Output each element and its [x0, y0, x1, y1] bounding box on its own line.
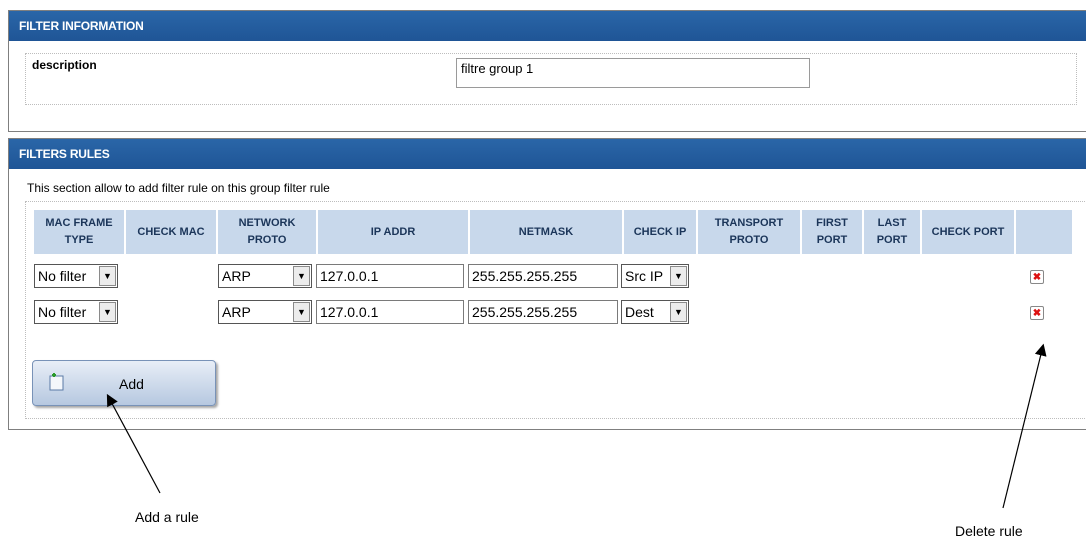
add-rule-arrow [106, 393, 161, 494]
callout-arrows [106, 343, 1047, 509]
delete-rule-arrow [1002, 343, 1047, 509]
add-rule-callout: Add a rule [135, 509, 199, 525]
delete-rule-callout: Delete rule [955, 523, 1023, 539]
